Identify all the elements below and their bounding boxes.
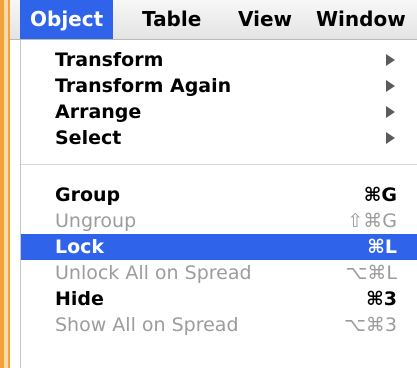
- menu-view[interactable]: View: [238, 0, 292, 39]
- menu-item-label: Arrange: [55, 101, 142, 123]
- menu-item-group[interactable]: Group ⌘G: [21, 183, 417, 207]
- menu-item-label: Lock: [55, 236, 105, 258]
- menu-item-select[interactable]: Select: [21, 126, 417, 150]
- menu-item-label: Transform: [55, 49, 164, 71]
- menu-item-label: Group: [55, 184, 121, 206]
- menu-object[interactable]: Object: [20, 0, 114, 39]
- menu-table[interactable]: Table: [142, 0, 201, 39]
- submenu-arrow-icon: [386, 80, 395, 92]
- menu-item-show-all-on-spread[interactable]: Show All on Spread ⌥⌘3: [21, 313, 417, 337]
- menu-item-ungroup[interactable]: Ungroup ⇧⌘G: [21, 209, 417, 233]
- menu-item-arrange[interactable]: Arrange: [21, 100, 417, 124]
- submenu-arrow-icon: [386, 132, 395, 144]
- object-menu-dropdown: Transform Transform Again Arrange Select…: [20, 40, 417, 368]
- menu-item-transform[interactable]: Transform: [21, 48, 417, 72]
- window-edge-strip: [0, 0, 10, 368]
- menu-item-shortcut: ⌘G: [363, 184, 397, 206]
- menu-item-shortcut: ⌥⌘L: [345, 262, 397, 284]
- menu-item-shortcut: ⇧⌘G: [347, 210, 397, 232]
- menu-item-label: Hide: [55, 288, 104, 310]
- menu-item-label: Select: [55, 127, 122, 149]
- menu-item-unlock-all-on-spread[interactable]: Unlock All on Spread ⌥⌘L: [21, 261, 417, 285]
- submenu-arrow-icon: [386, 54, 395, 66]
- menu-item-hide[interactable]: Hide ⌘3: [21, 287, 417, 311]
- menu-item-lock[interactable]: Lock ⌘L: [21, 234, 417, 260]
- menu-bar: Object Table View Window: [10, 0, 417, 40]
- menu-item-label: Unlock All on Spread: [55, 262, 252, 284]
- window-edge-strip-inner: [4, 0, 8, 368]
- menu-item-shortcut: ⌥⌘3: [344, 314, 397, 336]
- menu-separator: [21, 164, 417, 165]
- menu-item-shortcut: ⌘L: [367, 236, 397, 258]
- menu-item-label: Show All on Spread: [55, 314, 239, 336]
- menu-item-transform-again[interactable]: Transform Again: [21, 74, 417, 98]
- menu-item-shortcut: ⌘3: [366, 288, 397, 310]
- menu-item-label: Ungroup: [55, 210, 137, 232]
- submenu-arrow-icon: [386, 106, 395, 118]
- menu-item-label: Transform Again: [55, 75, 232, 97]
- menu-window[interactable]: Window: [316, 0, 406, 39]
